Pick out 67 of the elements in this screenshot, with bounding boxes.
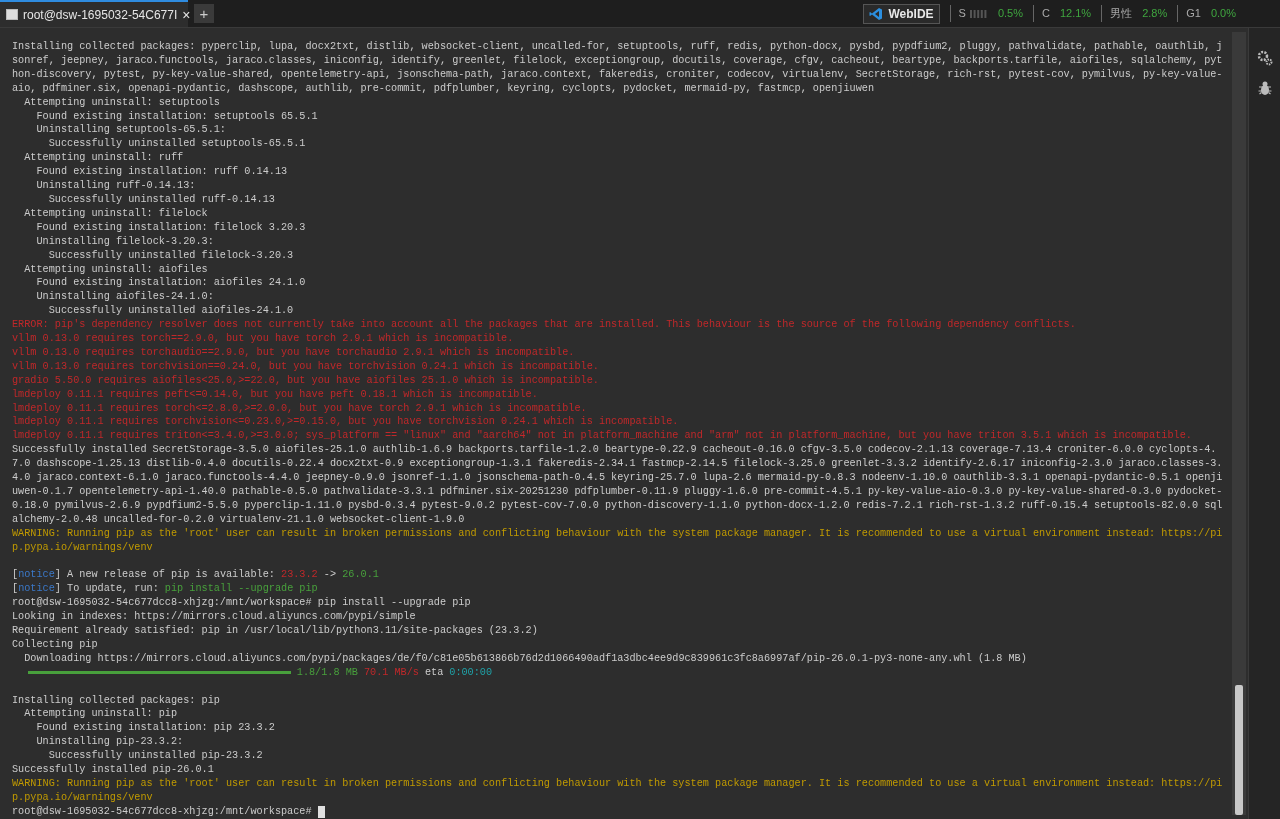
progress-text: 0:00:00 (449, 665, 493, 680)
terminal-line: Looking in indexes: https://mirrors.cloud.aliyuncs.com/pypi/simple (12, 610, 417, 625)
tab-label: root@dsw-1695032-54C677I (23, 6, 178, 24)
terminal-line: vllm 0.13.0 requires torchaudio==2.9.0, but you have torchaudio 2.9.1 which is incompatible. (12, 345, 576, 360)
stat-value: 12.1% (1059, 6, 1092, 22)
new-tab-button[interactable]: + (194, 4, 214, 23)
terminal-line: vllm 0.13.0 requires torch==2.9.0, but you have torch 2.9.1 which is incompatible. (12, 332, 515, 346)
code-editor-icon (869, 6, 884, 21)
terminal-line: Successfully uninstalled ruff-0.14.13 (47, 192, 276, 207)
terminal-line: Successfully uninstalled filelock-3.20.3 (47, 248, 295, 263)
terminal-line: Found existing installation: pip 23.3.2 (35, 721, 276, 736)
scrollbar[interactable] (1232, 32, 1246, 815)
cursor-icon (317, 805, 325, 818)
terminal-line: lmdeploy 0.11.1 requires torch<=2.8.0,>=2.0.0, but you have torch 2.9.1 which is incompatible. (12, 401, 588, 416)
terminal-line: Found existing installation: filelock 3.20.3 (35, 220, 307, 235)
terminal-line: [notice] A new release of pip is available: 23.3.2 -> 26.0.1 (12, 568, 380, 583)
terminal-icon (6, 9, 18, 20)
stat-label: 男性 (1110, 6, 1133, 22)
stat-label: G1 (1186, 6, 1201, 22)
terminal-line: Collecting pip (12, 637, 99, 652)
terminal-line: Successfully installed SecretStorage-3.5.0 aiofiles-25.1.0 authlib-1.6.9 backports.tarfile-1.2.0 beartype-0.22.9 cacheout-0.16.0 cfgv-3.5.0 codecov-2.1.13 coverage-7.13.4 croniter-6.0.0 cyclopts-4.7.0 dashscope-1.25.13 distlib-0.4.0 docutils-0.22.4 docx2txt-0.9 exceptiongroup-1.3.1 fakeredis-2.34.1 fastmcp-2.14.5 filelock-3.25.0 greenlet-3.3.2 identify-2.6.17 iniconfig-2.3.0 jaraco.classes-3.4.0 jaraco.context-6.1.0 jaraco.functools-4.4.0 jeepney-0.9.0 jsonref-1.1.0 jsonschema-path-0.4.5 keyring-25.7.0 lupa-2.6 mermaid-py-0.8.3 nodeenv-1.10.0 oauthlib-3.3.1 openapi-pydantic-0.5.1 openjiuwen-0.1.7 opentelemetry-api-1.40.0 pathable-0.5.0 pathvalidate-3.3.1 pdfminer.six-20251230 pdfplumber-0.11.9 pluggy-1.6.0 pre-commit-4.5.1 py-key-value-aio-0.3.0 py-key-value-shared-0.3.0 pydocket-0.18.0 pymilvus-2.6.9 pypdfium2-5.5.0 pyperclip-1.11.0 pysbd-0.3.4 pytest-9.0.2 pytest-cov-7.0.0 python-discovery-1.1.0 python-docx-1.2.0 redis-7.2.1 rich-rst-1.3.2 ruff-0.15.4 setuptools-82.0.0 sqlalchemy-2.0.48 uncalled-for-0.2.0 virtualenv-21.1.0 websocket-client-1.9.0 (12, 443, 1223, 527)
terminal-line: Attempting uninstall: filelock (23, 206, 209, 221)
terminal-line: Found existing installation: aiofiles 24.1.0 (35, 276, 307, 291)
terminal-line: vllm 0.13.0 requires torchvision==0.24.0, but you have torchvision 0.24.1 which is incompatible. (12, 359, 600, 374)
terminal-line: ERROR: pip's dependency resolver does not currently take into account all the packages that are installed. This behaviour is the source of the following dependency conflicts. (12, 318, 1077, 333)
webide-badge[interactable]: WebIDE (863, 3, 940, 24)
settings-icon[interactable] (1256, 50, 1273, 66)
terminal-line: lmdeploy 0.11.1 requires torchvision<=0.23.0,>=0.15.0, but you have torchvision 0.24.1 which is incompatible. (12, 415, 680, 430)
progress-text: eta (424, 665, 444, 680)
stat-value: 0.0% (1210, 6, 1236, 22)
stat-value: 0.5% (997, 6, 1023, 22)
terminal-line: lmdeploy 0.11.1 requires peft<=0.14.0, but you have peft 0.18.1 which is incompatible. (12, 387, 539, 402)
terminal-line: Uninstalling pip-23.3.2: (35, 735, 185, 750)
terminal-tab[interactable]: root@dsw-1695032-54C677I × (0, 0, 188, 27)
bug-icon[interactable] (1257, 80, 1272, 96)
terminal-line: lmdeploy 0.11.1 requires triton<=3.4.0,>=3.0.0; sys_platform == "linux" and "aarch64" not in platform_machine and "arm" not in platform_machine, but you have triton 3.5.1 which is incompatible. (12, 429, 1193, 444)
progress-text: 1.8/1.8 MB (296, 665, 358, 680)
terminal-line: Attempting uninstall: setuptools (23, 95, 221, 110)
terminal-line: Successfully uninstalled aiofiles-24.1.0 (47, 304, 295, 319)
terminal-line: Successfully installed pip-26.0.1 (12, 763, 215, 777)
terminal-line: root@dsw-1695032-54c677dcc8-xhjzg:/mnt/workspace# pip install --upgrade pip (12, 596, 472, 611)
terminal-line: Uninstalling filelock-3.20.3: (35, 234, 215, 249)
meter-icon (969, 8, 988, 19)
terminal-line: Downloading https://mirrors.cloud.aliyuncs.com/pypi/packages/de/f0/c81e05b613866b76d2d1066490adf1a3dbc4ee9d9c839961c3fc8a6997af/pip-26.0.1-py3-none-any.whl (1.8 MB) (23, 651, 1028, 666)
terminal-line: gradio 5.50.0 requires aiofiles<25.0,>=22.0, but you have aiofiles 25.1.0 which is incompatible. (12, 373, 600, 388)
terminal-line: Attempting uninstall: pip (23, 707, 179, 722)
terminal-line: WARNING: Running pip as the 'root' user can result in broken permissions and conflicting behaviour with the system package manager. It is recommended to use a virtual environment instead: https://pip.pypa.io/warnings/venv (12, 526, 1223, 555)
terminal-line: [notice] To update, run: pip install --upgrade pip (12, 582, 319, 597)
terminal-line: WARNING: Running pip as the 'root' user can result in broken permissions and conflicting behaviour with the system package manager. It is recommended to use a virtual environment instead: https://pip.pypa.io/warnings/venv (12, 777, 1223, 805)
stat-label: C (1042, 6, 1050, 22)
terminal-line: Attempting uninstall: ruff (23, 151, 185, 166)
terminal-line: Uninstalling setuptools-65.5.1: (35, 123, 227, 138)
terminal-line: Found existing installation: setuptools 65.5.1 (35, 109, 319, 124)
terminal-line: Uninstalling ruff-0.14.13: (35, 179, 197, 193)
stat-value: 2.8% (1142, 6, 1168, 22)
terminal-line: root@dsw-1695032-54c677dcc8-xhjzg:/mnt/workspace# (12, 804, 312, 819)
terminal-line: Successfully uninstalled setuptools-65.5.1 (47, 137, 307, 152)
stat-label: S (958, 6, 966, 22)
terminal-line: Installing collected packages: pyperclip, lupa, docx2txt, distlib, websocket-client, uncalled-for, setuptools, ruff, redis, python-docx, pysbd, pypdfium2, pluggy, pathvalidate, pathable, oauthlib, jsonref, jeepney, jaraco.functools, jaraco.classes, iniconfig, identify, greenlet, filelock, exceptiongroup, docutils, coverage, cfgv, cacheout, beartype, backports.tarfile, aiofiles, sqlalchemy, python-discovery, pytest, py-key-value-shared, opentelemetry-api, jsonschema-path, jaraco.context, fakeredis, croniter, codecov, virtualenv, SecretStorage, rich-rst, pytest-cov, pymilvus, py-key-value-aio, pdfminer.six, openapi-pydantic, dashscope, authlib, pre-commit, pdfplumber, keyring, cyclopts, pydocket, mermaid-py, fastmcp, openjiuwen (12, 40, 1223, 96)
progress-text: 70.1 MB/s (363, 665, 419, 680)
terminal-line: Uninstalling aiofiles-24.1.0: (35, 290, 215, 305)
terminal-line: Requirement already satisfied: pip in /usr/local/lib/python3.11/site-packages (23.3.2) (12, 624, 539, 638)
close-button[interactable]: × (182, 7, 191, 22)
terminal-line: Attempting uninstall: aiofiles (23, 262, 209, 277)
terminal-line: Successfully uninstalled pip-23.3.2 (47, 749, 264, 764)
terminal-line: Installing collected packages: pip (12, 693, 221, 708)
terminal-line: Found existing installation: ruff 0.14.13 (35, 165, 289, 180)
